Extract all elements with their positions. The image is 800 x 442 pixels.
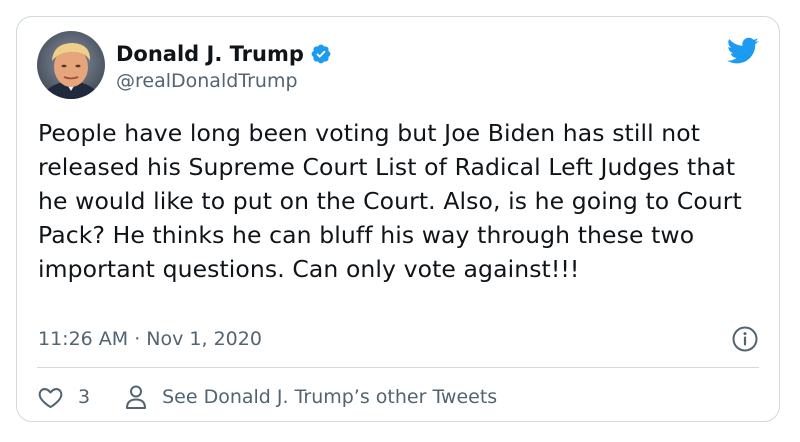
avatar-photo bbox=[37, 31, 105, 99]
tweet-text: People have long been voting but Joe Bid… bbox=[38, 119, 742, 283]
author-display-name[interactable]: Donald J. Trump bbox=[116, 41, 304, 67]
tweet-card: Donald J. Trump @realDonaldTrump People … bbox=[16, 16, 780, 422]
verified-badge-icon bbox=[311, 44, 331, 64]
author-handle[interactable]: @realDonaldTrump bbox=[116, 69, 298, 93]
avatar[interactable] bbox=[37, 31, 105, 99]
heart-icon[interactable] bbox=[37, 384, 64, 411]
author-name-row[interactable]: Donald J. Trump bbox=[116, 41, 332, 67]
tweet-timestamp[interactable]: 11:26 AM · Nov 1, 2020 bbox=[38, 326, 262, 352]
person-icon bbox=[126, 385, 147, 409]
action-bar: 3 See Donald J. Trump’s other Tweets bbox=[37, 381, 497, 413]
like-button[interactable]: 3 bbox=[37, 384, 90, 411]
see-other-tweets-link[interactable]: See Donald J. Trump’s other Tweets bbox=[124, 384, 497, 410]
see-other-tweets-label[interactable]: See Donald J. Trump’s other Tweets bbox=[162, 386, 497, 408]
twitter-bird-icon[interactable] bbox=[727, 37, 759, 65]
divider bbox=[37, 367, 759, 368]
info-icon[interactable] bbox=[731, 325, 759, 353]
like-count: 3 bbox=[78, 386, 91, 408]
